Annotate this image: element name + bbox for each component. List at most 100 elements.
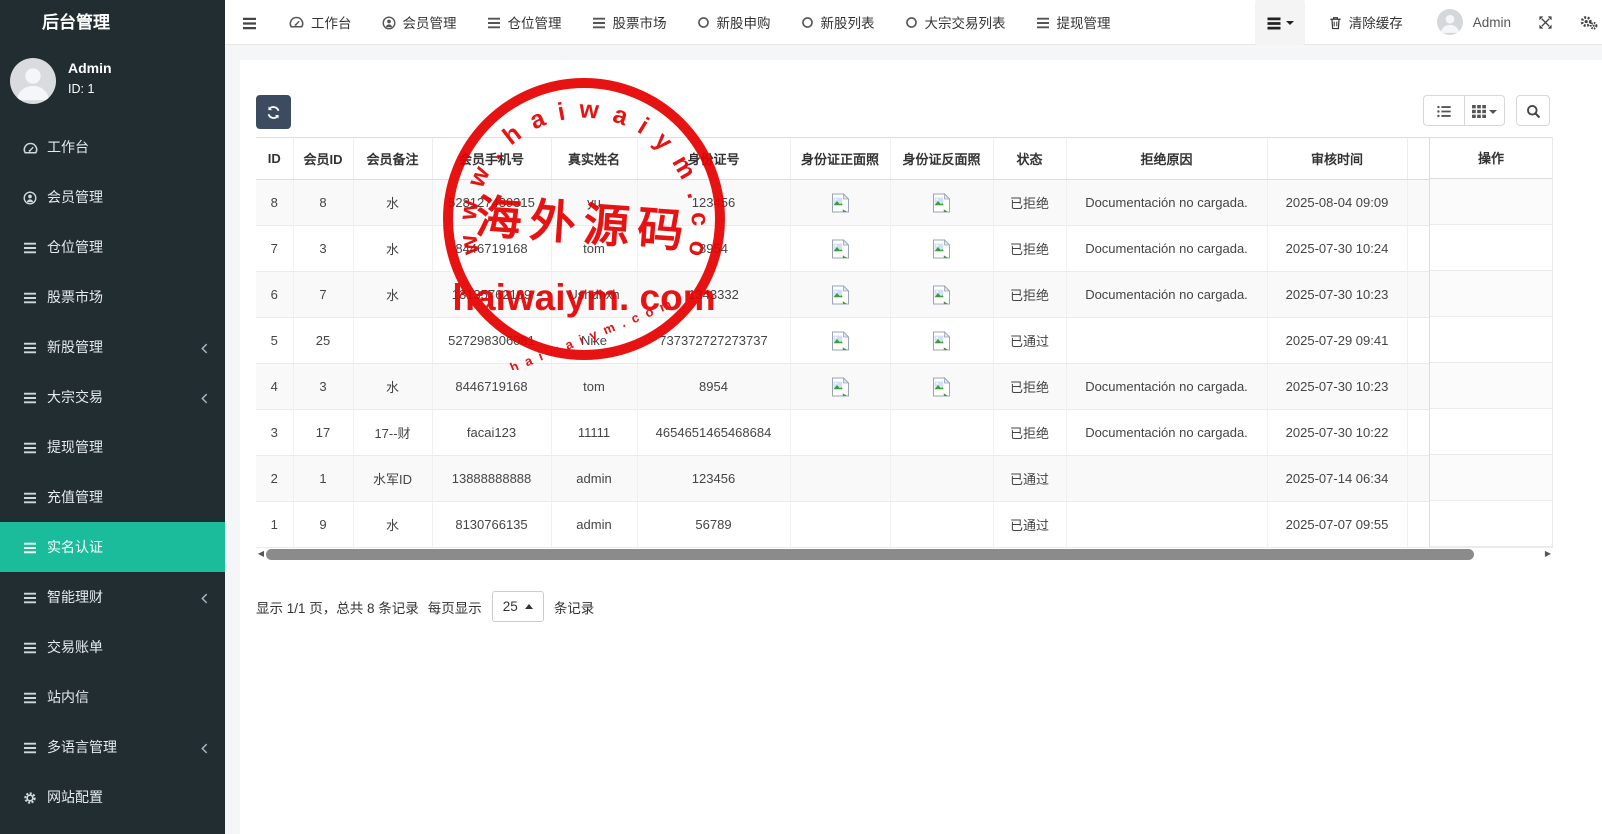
column-header[interactable]: 会员备注: [353, 138, 432, 180]
circle-icon: [905, 15, 918, 30]
sidebar-item-6[interactable]: 提现管理: [0, 422, 225, 472]
actions-column-header: 操作: [1430, 137, 1552, 179]
actions-cell: [1430, 317, 1552, 363]
table-cell: 8: [256, 180, 293, 226]
table-cell: 8954: [637, 364, 790, 410]
table-row: 88水528127439315yu123456已拒绝Documentación …: [256, 180, 1553, 226]
table-cell: yu: [551, 180, 637, 226]
column-header[interactable]: 状态: [993, 138, 1066, 180]
nav-item-4[interactable]: 新股申购: [682, 0, 786, 45]
nav-item-7[interactable]: 提现管理: [1021, 0, 1126, 45]
list-view-button[interactable]: [1423, 95, 1464, 126]
id-front-photo-cell: [790, 272, 890, 318]
sidebar-item-10[interactable]: 交易账单: [0, 622, 225, 672]
broken-image-icon[interactable]: [932, 240, 951, 255]
broken-image-icon[interactable]: [932, 194, 951, 209]
id-back-photo-cell: [890, 502, 993, 548]
table-cell: Documentación no cargada.: [1066, 410, 1267, 456]
sidebar-item-4[interactable]: 新股管理: [0, 322, 225, 372]
settings-gears-icon[interactable]: [1566, 14, 1602, 31]
nav-item-1[interactable]: 会员管理: [367, 0, 472, 45]
scrollbar-thumb[interactable]: [266, 549, 1474, 560]
sidebar-item-label: 交易账单: [47, 637, 103, 657]
table-cell: 123456: [637, 180, 790, 226]
avatar: [1437, 9, 1463, 35]
broken-image-icon[interactable]: [831, 286, 850, 301]
dashboard-icon: [289, 15, 304, 30]
nav-item-5[interactable]: 新股列表: [786, 0, 890, 45]
table-row: 43水8446719168tom8954已拒绝Documentación no …: [256, 364, 1553, 410]
broken-image-icon[interactable]: [831, 240, 850, 255]
per-page-select[interactable]: 25: [492, 591, 544, 622]
table-cell: 13135762169: [432, 272, 551, 318]
table-cell: 8: [293, 180, 353, 226]
nav-item-2[interactable]: 仓位管理: [472, 0, 577, 45]
sidebar-item-12[interactable]: 多语言管理: [0, 722, 225, 772]
scroll-left-arrow[interactable]: ◀: [256, 547, 266, 561]
sidebar: 后台管理 Admin ID: 1 工作台 会员管理 仓位管理 股票市场 新股管理…: [0, 0, 225, 834]
list-icon: [23, 290, 47, 305]
table-row: 21水军ID13888888888admin123456已通过2025-07-1…: [256, 456, 1553, 502]
user-menu[interactable]: Admin: [1423, 9, 1525, 35]
actions-cell: [1430, 409, 1552, 455]
sidebar-item-3[interactable]: 股票市场: [0, 272, 225, 322]
column-header[interactable]: 会员ID: [293, 138, 353, 180]
id-back-photo-cell: [890, 410, 993, 456]
sidebar-item-9[interactable]: 智能理财: [0, 572, 225, 622]
table-row: 19水8130766135admin56789已通过2025-07-07 09:…: [256, 502, 1553, 548]
broken-image-icon[interactable]: [932, 378, 951, 393]
scrollbar-track[interactable]: [266, 548, 1543, 561]
broken-image-icon[interactable]: [831, 332, 850, 347]
column-header[interactable]: 会员手机号: [432, 138, 551, 180]
column-header[interactable]: ID: [256, 138, 293, 180]
table-cell: admin: [551, 502, 637, 548]
list-icon: [23, 390, 47, 405]
table-cell: tom: [551, 364, 637, 410]
view-toggle-group: [1423, 95, 1505, 126]
scroll-right-arrow[interactable]: ▶: [1543, 547, 1553, 561]
fullscreen-icon[interactable]: [1525, 14, 1566, 31]
table-cell: 1: [293, 456, 353, 502]
sidebar-item-label: 智能理财: [47, 587, 103, 607]
list-icon: [23, 440, 47, 455]
actions-cell: [1430, 363, 1552, 409]
column-header[interactable]: 身份证反面照: [890, 138, 993, 180]
table-cell: 7: [293, 272, 353, 318]
columns-dropdown-button[interactable]: [1464, 95, 1505, 126]
nav-item-3[interactable]: 股票市场: [577, 0, 682, 45]
column-header[interactable]: 真实姓名: [551, 138, 637, 180]
sidebar-item-11[interactable]: 站内信: [0, 672, 225, 722]
person-icon: [1437, 13, 1463, 29]
list-icon: [23, 690, 47, 705]
sidebar-item-13[interactable]: 网站配置: [0, 772, 225, 822]
column-header[interactable]: 身份证正面照: [790, 138, 890, 180]
table-cell: 9: [293, 502, 353, 548]
sidebar-item-label: 提现管理: [47, 437, 103, 457]
topbar-right: 清除缓存 Admin: [1255, 0, 1602, 45]
sidebar-item-1[interactable]: 会员管理: [0, 172, 225, 222]
sidebar-item-7[interactable]: 充值管理: [0, 472, 225, 522]
clear-cache-button[interactable]: 清除缓存: [1305, 12, 1423, 32]
column-header[interactable]: 身份证号: [637, 138, 790, 180]
broken-image-icon[interactable]: [831, 378, 850, 393]
refresh-button[interactable]: [256, 95, 291, 129]
sidebar-item-5[interactable]: 大宗交易: [0, 372, 225, 422]
menu-toggle-icon[interactable]: [225, 14, 274, 30]
chevron-left-icon: [201, 339, 208, 355]
sidebar-item-0[interactable]: 工作台: [0, 122, 225, 172]
broken-image-icon[interactable]: [831, 194, 850, 209]
id-back-photo-cell: [890, 226, 993, 272]
sidebar-item-2[interactable]: 仓位管理: [0, 222, 225, 272]
broken-image-icon[interactable]: [932, 332, 951, 347]
sidebar-item-8[interactable]: 实名认证: [0, 522, 225, 572]
nav-list-dropdown-button[interactable]: [1255, 0, 1305, 45]
nav-item-6[interactable]: 大宗交易列表: [890, 0, 1021, 45]
broken-image-icon[interactable]: [932, 286, 951, 301]
column-header[interactable]: 审核时间: [1267, 138, 1407, 180]
chevron-left-icon: [201, 589, 208, 605]
table-cell: 水: [353, 226, 432, 272]
nav-item-0[interactable]: 工作台: [274, 0, 367, 45]
horizontal-scrollbar[interactable]: ◀ ▶: [256, 547, 1553, 561]
search-button[interactable]: [1516, 95, 1550, 126]
column-header[interactable]: 拒绝原因: [1066, 138, 1267, 180]
